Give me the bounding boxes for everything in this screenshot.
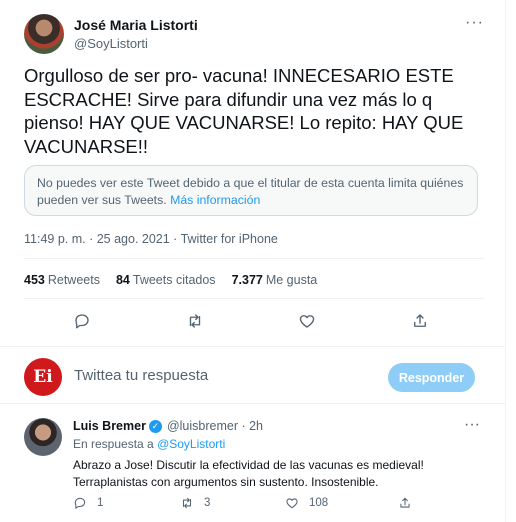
retweets-label: Retweets	[47, 273, 100, 287]
in-reply-handle[interactable]: @SoyListorti	[157, 437, 225, 451]
reply-submit-button[interactable]: Responder	[388, 363, 475, 392]
heart-icon	[286, 498, 298, 509]
tweet-stats: 453 Retweets 84 Tweets citados 7.377 Me gus…	[24, 273, 317, 287]
retweet-count: 3	[204, 497, 211, 509]
divider	[24, 298, 484, 299]
reply-input[interactable]: Twittea tu respuesta	[74, 367, 208, 384]
current-user-avatar[interactable]: Ei	[24, 358, 62, 396]
quotes-stat[interactable]: 84 Tweets citados	[116, 273, 216, 287]
quotes-count: 84	[115, 273, 130, 287]
tweet-timestamp[interactable]: 11:49 p. m. · 25 ago. 2021 · Twitter for…	[24, 232, 278, 246]
retweet-icon	[182, 497, 192, 509]
more-info-link[interactable]: Más información	[170, 193, 260, 207]
in-reply-prefix: En respuesta a	[73, 437, 154, 451]
reply-author-name[interactable]: Luis Bremer	[73, 419, 146, 433]
reply-retweet-button[interactable]: 3	[180, 496, 210, 510]
reply-icon	[74, 497, 86, 509]
share-icon	[414, 314, 426, 327]
retweets-count: 453	[24, 273, 45, 287]
share-icon	[400, 497, 410, 508]
more-options-icon[interactable]: ···	[464, 416, 480, 434]
divider	[24, 258, 484, 259]
reply-actions: 1 3 108	[73, 496, 473, 516]
likes-stat[interactable]: 7.377 Me gusta	[232, 273, 318, 287]
reply-icon	[75, 314, 89, 329]
tweet-actions	[24, 306, 484, 336]
retweet-button[interactable]	[180, 306, 210, 336]
reply-reply-button[interactable]: 1	[73, 496, 103, 510]
reply-share-button[interactable]	[398, 496, 412, 510]
retweets-stat[interactable]: 453 Retweets	[24, 273, 100, 287]
reply-author-avatar[interactable]	[24, 418, 62, 456]
like-button[interactable]	[292, 306, 322, 336]
more-options-icon[interactable]: ···	[465, 14, 484, 32]
heart-icon	[299, 315, 315, 328]
quotes-label: Tweets citados	[132, 273, 216, 287]
tweet-text: Orgulloso de ser pro- vacuna! INNECESARI…	[24, 65, 464, 157]
reply-like-button[interactable]: 108	[285, 496, 328, 510]
like-count: 108	[309, 497, 329, 509]
reply-author-handle[interactable]: @luisbremer · 2h	[167, 419, 263, 433]
share-button[interactable]	[405, 306, 435, 336]
author-handle[interactable]: @SoyListorti	[74, 36, 148, 51]
tweet-header: José Maria Listorti @SoyListorti ···	[24, 14, 484, 54]
reply-tweet[interactable]: Luis Bremer ✓ @luisbremer · 2h ··· En re…	[0, 406, 506, 522]
author-name[interactable]: José Maria Listorti	[74, 17, 198, 33]
tweet-detail-column: José Maria Listorti @SoyListorti ··· Org…	[0, 0, 506, 522]
retweet-icon	[189, 314, 201, 328]
reply-button[interactable]	[67, 306, 97, 336]
likes-label: Me gusta	[265, 273, 318, 287]
reply-author-line: Luis Bremer ✓ @luisbremer · 2h	[73, 419, 263, 433]
in-reply-to: En respuesta a @SoyListorti	[73, 437, 225, 451]
author-avatar[interactable]	[24, 14, 64, 54]
reply-text: Abrazo a Jose! Discutir la efectividad d…	[73, 458, 424, 489]
reply-count: 1	[97, 497, 104, 509]
verified-badge-icon: ✓	[148, 419, 162, 433]
reply-composer: Ei Twittea tu respuesta Responder	[0, 346, 506, 404]
likes-count: 7.377	[231, 273, 263, 287]
restricted-tweet-notice: No puedes ver este Tweet debido a que el…	[24, 165, 478, 216]
